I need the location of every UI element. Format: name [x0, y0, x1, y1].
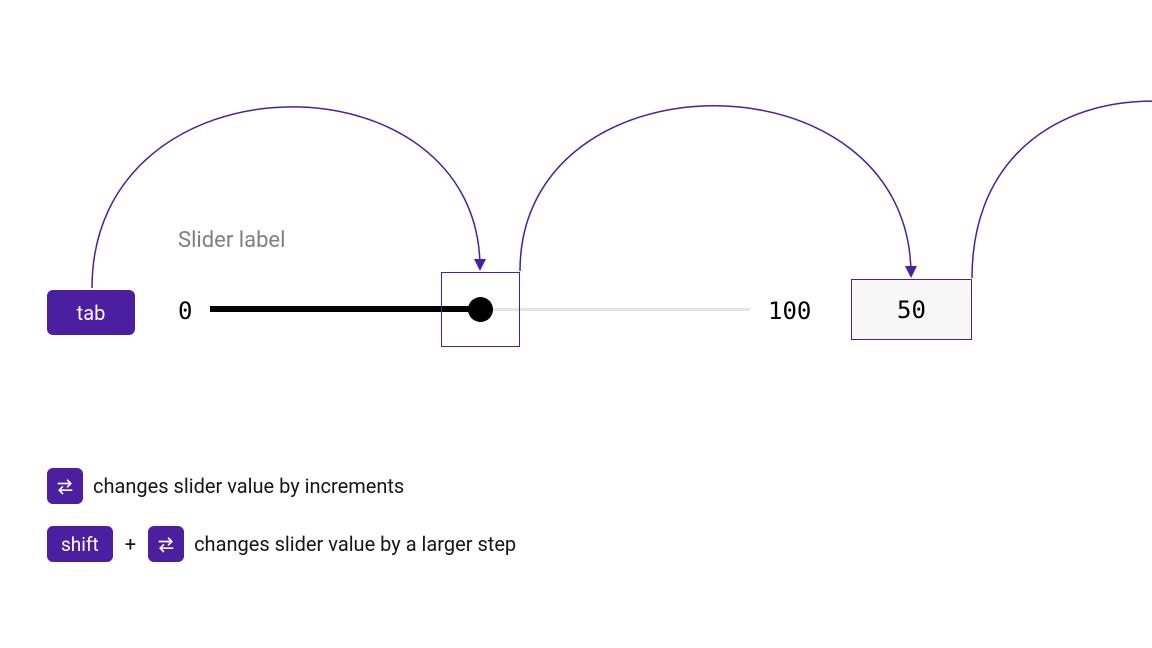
tab-key: tab: [47, 290, 135, 335]
slider-fill: [210, 306, 480, 312]
slider-thumb-focus-ring: [441, 272, 520, 347]
slider-value-input[interactable]: 50: [851, 279, 972, 340]
legend-text-1: changes slider value by increments: [93, 474, 404, 498]
arrows-keycap-2: [148, 526, 184, 562]
tab-key-label: tab: [77, 301, 106, 325]
slider-max-value: 100: [768, 297, 811, 325]
slider-value-text: 50: [897, 296, 926, 324]
legend-row-1: changes slider value by increments: [47, 468, 516, 504]
shift-key: shift: [47, 526, 113, 562]
bidirectional-arrows-icon: [55, 476, 75, 496]
shift-key-label: shift: [61, 533, 99, 556]
slider-label: Slider label: [178, 228, 285, 253]
arrows-keycap: [47, 468, 83, 504]
legend-text-2: changes slider value by a larger step: [194, 532, 516, 556]
legend-row-2: shift + changes slider value by a larger…: [47, 526, 516, 562]
legend: changes slider value by increments shift…: [47, 468, 516, 562]
bidirectional-arrows-icon: [156, 534, 176, 554]
slider-min-value: 0: [178, 297, 192, 325]
plus-sign: +: [125, 532, 136, 556]
